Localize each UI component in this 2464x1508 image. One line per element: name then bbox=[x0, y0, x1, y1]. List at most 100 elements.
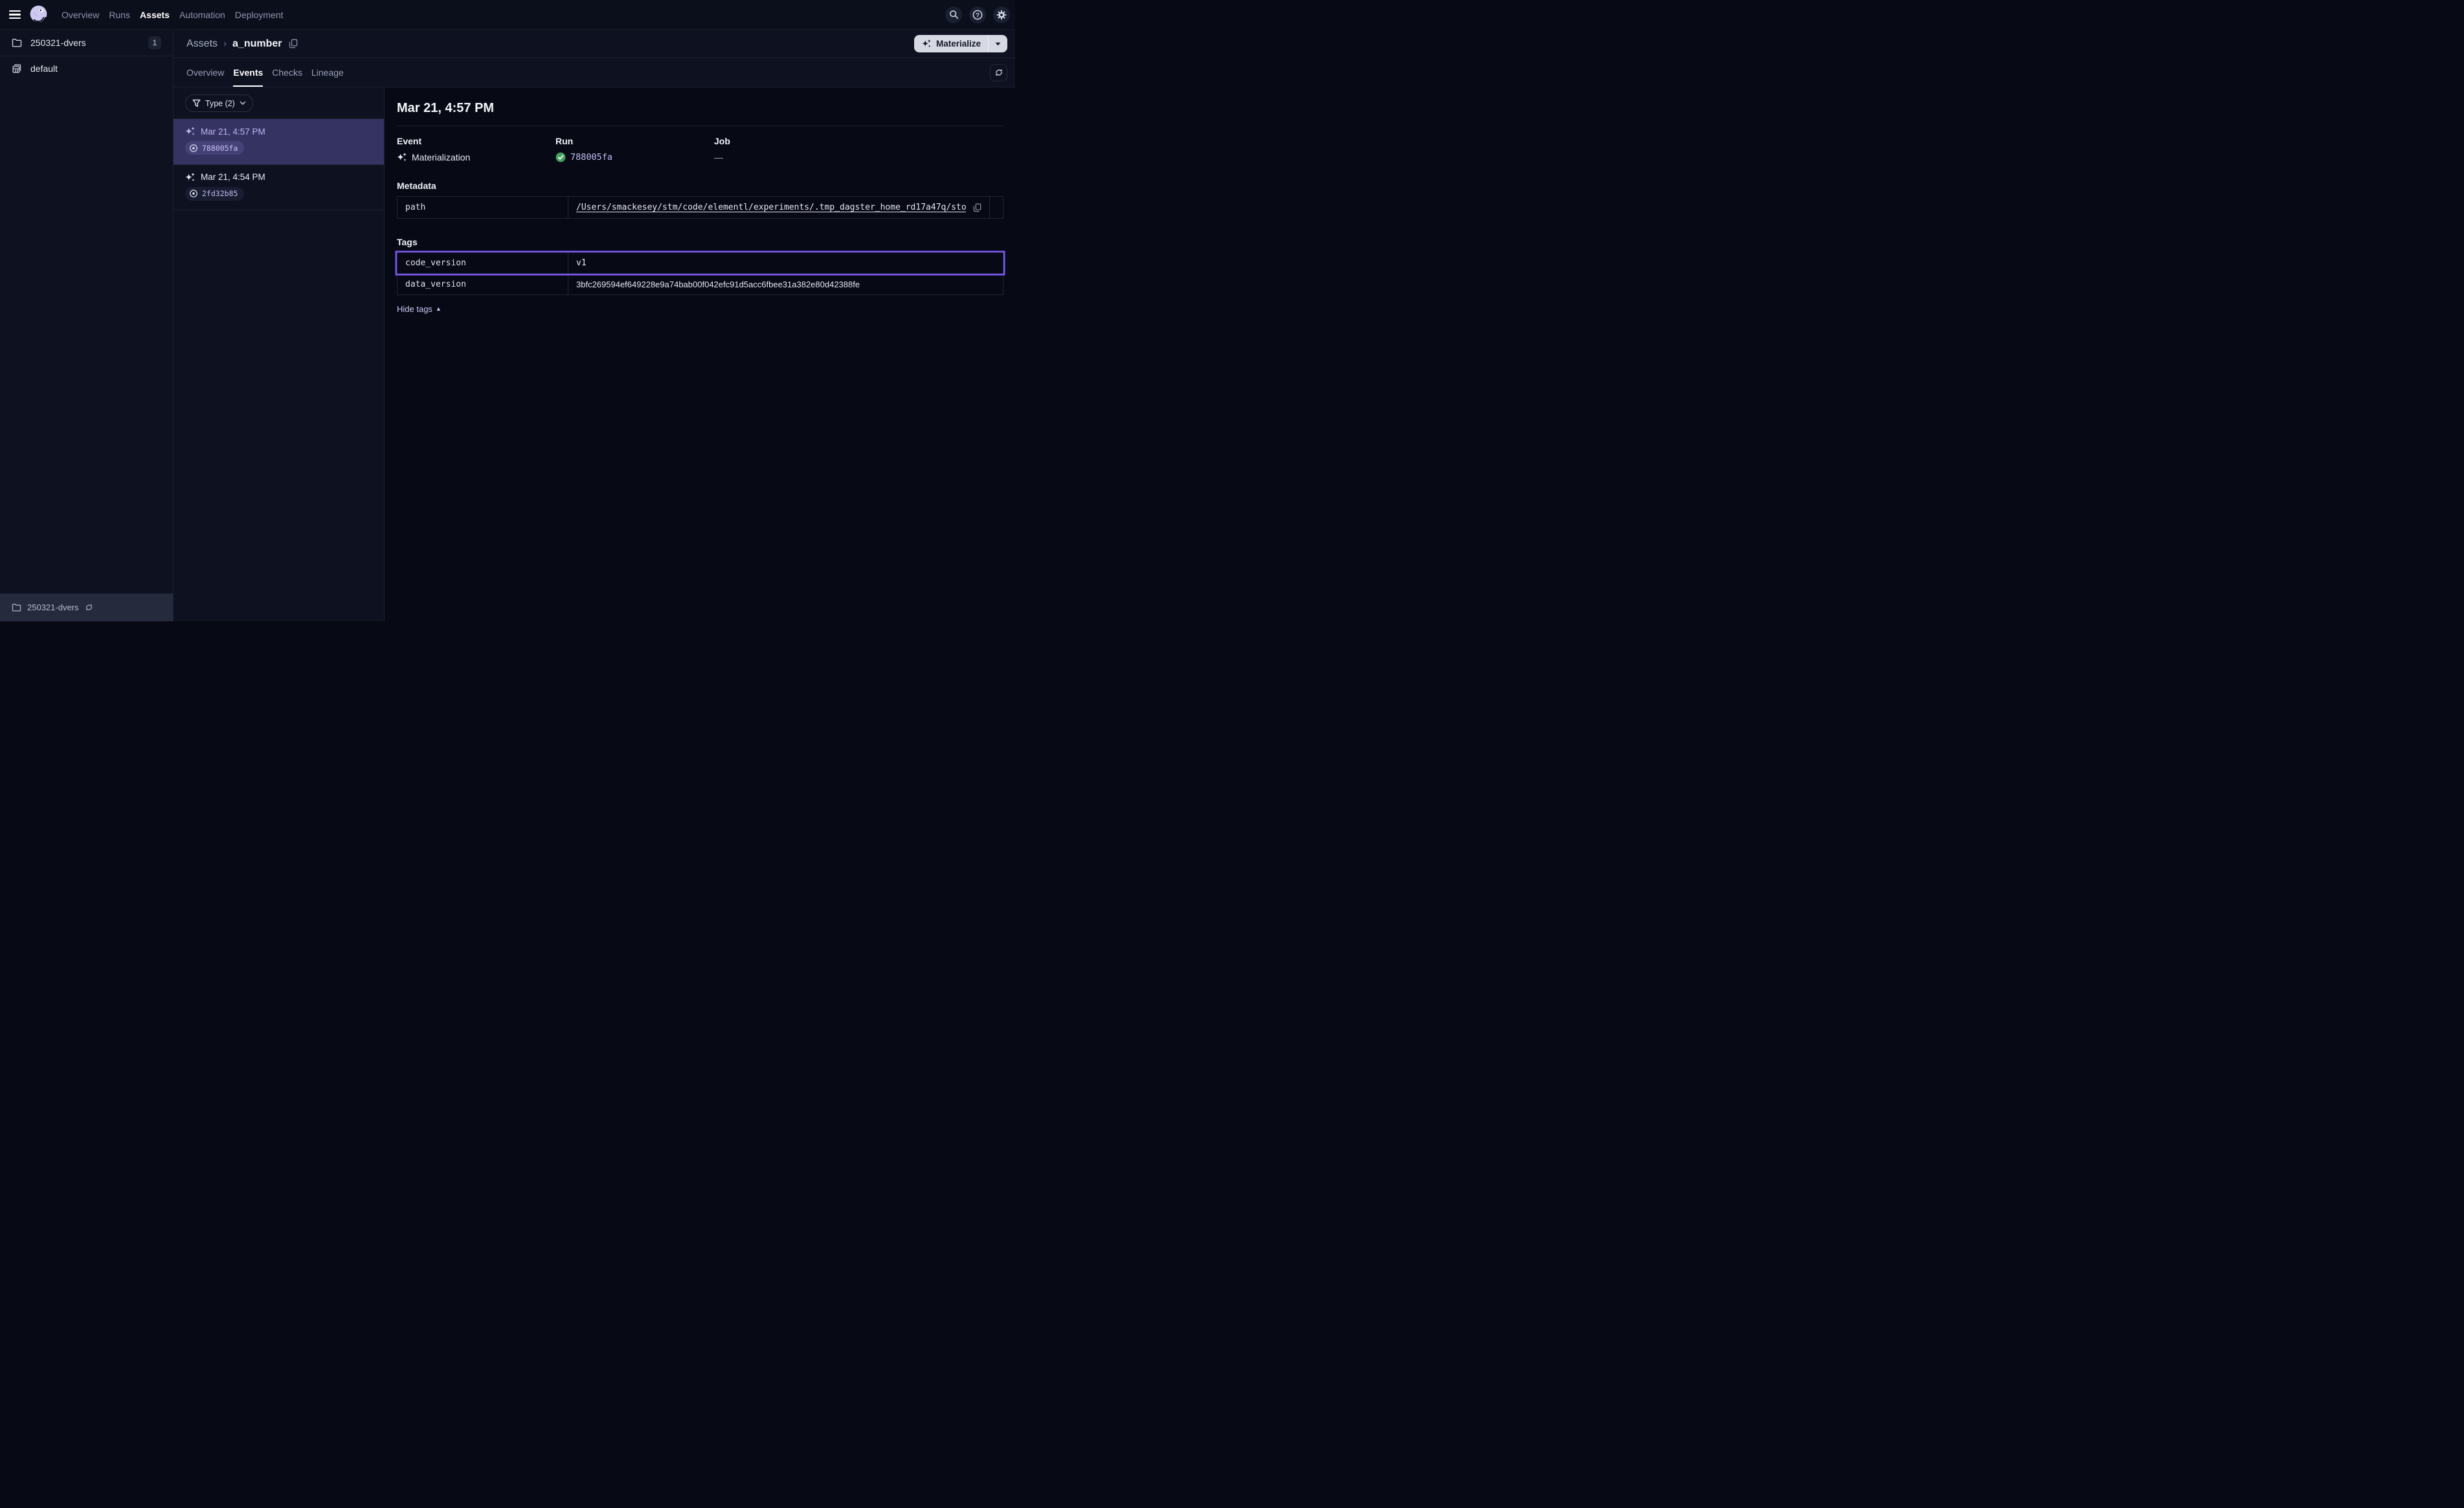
tag-key-cell: code_version bbox=[398, 253, 568, 273]
nav-assets[interactable]: Assets bbox=[140, 10, 170, 20]
copy-path-button[interactable] bbox=[973, 203, 981, 212]
table-row: path /Users/smackesey/stm/code/elementl/… bbox=[398, 197, 1003, 218]
event-column: Event Materialization bbox=[397, 136, 555, 162]
run-id-label: 788005fa bbox=[202, 144, 238, 153]
svg-text:?: ? bbox=[976, 12, 980, 19]
event-timestamp: Mar 21, 4:57 PM bbox=[201, 127, 265, 137]
chevron-right-icon: › bbox=[223, 38, 227, 49]
nav-runs[interactable]: Runs bbox=[109, 10, 130, 20]
path-link[interactable]: /Users/smackesey/stm/code/elementl/exper… bbox=[576, 203, 966, 212]
event-list-item[interactable]: Mar 21, 4:54 PM 2fd32b85 bbox=[174, 165, 384, 211]
nav-deployment[interactable]: Deployment bbox=[235, 10, 284, 20]
nav-automation[interactable]: Automation bbox=[179, 10, 225, 20]
job-column-label: Job bbox=[714, 136, 873, 146]
tag-value-cell: v1 bbox=[568, 253, 1003, 273]
asset-tabs: Overview Events Checks Lineage bbox=[186, 58, 344, 87]
sidebar-spacer bbox=[0, 80, 173, 593]
search-button[interactable] bbox=[945, 6, 962, 23]
run-id-label: 2fd32b85 bbox=[202, 189, 238, 198]
event-list-item[interactable]: Mar 21, 4:57 PM 788005fa bbox=[174, 119, 384, 165]
filter-icon bbox=[192, 99, 201, 107]
materialization-event-icon bbox=[397, 152, 407, 162]
gear-icon bbox=[996, 10, 1007, 20]
tags-section-title: Tags bbox=[397, 237, 1003, 247]
materialize-split-button: Materialize bbox=[914, 35, 1007, 52]
default-group-label: default bbox=[30, 63, 161, 74]
tag-row-code-version: code_version v1 bbox=[397, 252, 1003, 274]
event-filter-bar: Type (2) bbox=[174, 87, 384, 119]
materialize-sparkle-icon bbox=[922, 39, 932, 49]
footer-location-label: 250321-dvers bbox=[27, 603, 79, 612]
type-filter-label: Type (2) bbox=[205, 99, 235, 108]
materialization-event-icon bbox=[185, 126, 196, 137]
event-column-label: Event bbox=[397, 136, 555, 146]
metadata-section-title: Metadata bbox=[397, 181, 1003, 191]
settings-button[interactable] bbox=[993, 6, 1010, 23]
job-column: Job — bbox=[714, 136, 873, 162]
help-icon: ? bbox=[972, 10, 983, 20]
refresh-icon bbox=[994, 68, 1003, 77]
run-id-link[interactable]: 788005fa bbox=[570, 152, 612, 162]
copy-icon bbox=[289, 39, 298, 49]
event-type-value: Materialization bbox=[412, 152, 470, 162]
reload-location-icon[interactable] bbox=[85, 603, 93, 612]
sidebar-item-default[interactable]: default bbox=[0, 56, 173, 80]
tag-row-data-version: data_version 3bfc269594ef649228e9a74bab0… bbox=[397, 274, 1003, 295]
menu-icon[interactable] bbox=[9, 10, 21, 19]
run-success-icon bbox=[555, 152, 566, 162]
copy-asset-name-button[interactable] bbox=[289, 39, 298, 49]
event-detail-panel: Mar 21, 4:57 PM Event bbox=[385, 87, 1015, 621]
code-location-footer[interactable]: 250321-dvers bbox=[0, 593, 173, 621]
tab-lineage[interactable]: Lineage bbox=[311, 58, 344, 87]
tab-checks[interactable]: Checks bbox=[272, 58, 302, 87]
tab-overview[interactable]: Overview bbox=[186, 58, 224, 87]
run-icon bbox=[189, 189, 198, 198]
asset-group-icon bbox=[12, 63, 22, 74]
top-nav: Overview Runs Assets Automation Deployme… bbox=[0, 0, 1015, 30]
materialize-label: Materialize bbox=[936, 39, 981, 49]
primary-nav: Overview Runs Assets Automation Deployme… bbox=[62, 10, 284, 20]
search-icon bbox=[949, 10, 959, 19]
tags-table: code_version v1 data_version 3bfc269594e… bbox=[397, 252, 1003, 295]
tag-value-cell: 3bfc269594ef649228e9a74bab00f042efc91d5a… bbox=[568, 274, 1003, 294]
tabs-spacer bbox=[344, 58, 990, 87]
event-timestamp: Mar 21, 4:54 PM bbox=[201, 172, 265, 182]
table-end-cell bbox=[990, 197, 1003, 218]
run-id-pill[interactable]: 2fd32b85 bbox=[185, 187, 244, 201]
copy-icon bbox=[973, 203, 981, 212]
hide-tags-link[interactable]: Hide tags ▲ bbox=[397, 304, 442, 314]
event-list-panel: Type (2) bbox=[174, 87, 385, 621]
event-detail-title: Mar 21, 4:57 PM bbox=[397, 101, 1003, 116]
group-label: 250321-dvers bbox=[30, 38, 148, 48]
type-filter-button[interactable]: Type (2) bbox=[185, 94, 253, 112]
metadata-key-cell: path bbox=[398, 197, 568, 218]
materialize-button[interactable]: Materialize bbox=[914, 39, 988, 49]
folder-icon bbox=[12, 38, 22, 47]
asset-page: Assets › a_number bbox=[174, 30, 1015, 621]
tab-events[interactable]: Events bbox=[233, 58, 263, 87]
asset-groups-sidebar: 250321-dvers 1 default 2503 bbox=[0, 30, 174, 621]
group-count-badge: 1 bbox=[148, 36, 161, 49]
job-empty-value: — bbox=[714, 152, 723, 162]
chevron-down-icon bbox=[240, 101, 246, 105]
nav-overview[interactable]: Overview bbox=[62, 10, 99, 20]
help-button[interactable]: ? bbox=[969, 6, 986, 23]
run-column-label: Run bbox=[555, 136, 714, 146]
metadata-value-cell: /Users/smackesey/stm/code/elementl/exper… bbox=[568, 197, 990, 218]
run-column: Run 788005fa bbox=[555, 136, 714, 162]
dagster-logo-icon[interactable] bbox=[28, 5, 49, 25]
materialize-dropdown-button[interactable] bbox=[989, 42, 1007, 46]
breadcrumb-assets-link[interactable]: Assets bbox=[186, 38, 218, 50]
folder-icon bbox=[12, 603, 21, 612]
caret-down-icon bbox=[995, 42, 1001, 46]
refresh-button[interactable] bbox=[990, 64, 1007, 82]
hide-tags-label: Hide tags bbox=[397, 304, 432, 314]
nav-actions: ? bbox=[945, 6, 1010, 23]
asset-tabs-row: Overview Events Checks Lineage bbox=[174, 58, 1015, 87]
run-id-pill[interactable]: 788005fa bbox=[185, 141, 244, 155]
tag-key-cell: data_version bbox=[398, 274, 568, 294]
metadata-table: path /Users/smackesey/stm/code/elementl/… bbox=[397, 196, 1003, 219]
run-icon bbox=[189, 144, 198, 153]
breadcrumb: Assets › a_number bbox=[186, 38, 298, 50]
sidebar-item-group[interactable]: 250321-dvers 1 bbox=[0, 30, 173, 56]
